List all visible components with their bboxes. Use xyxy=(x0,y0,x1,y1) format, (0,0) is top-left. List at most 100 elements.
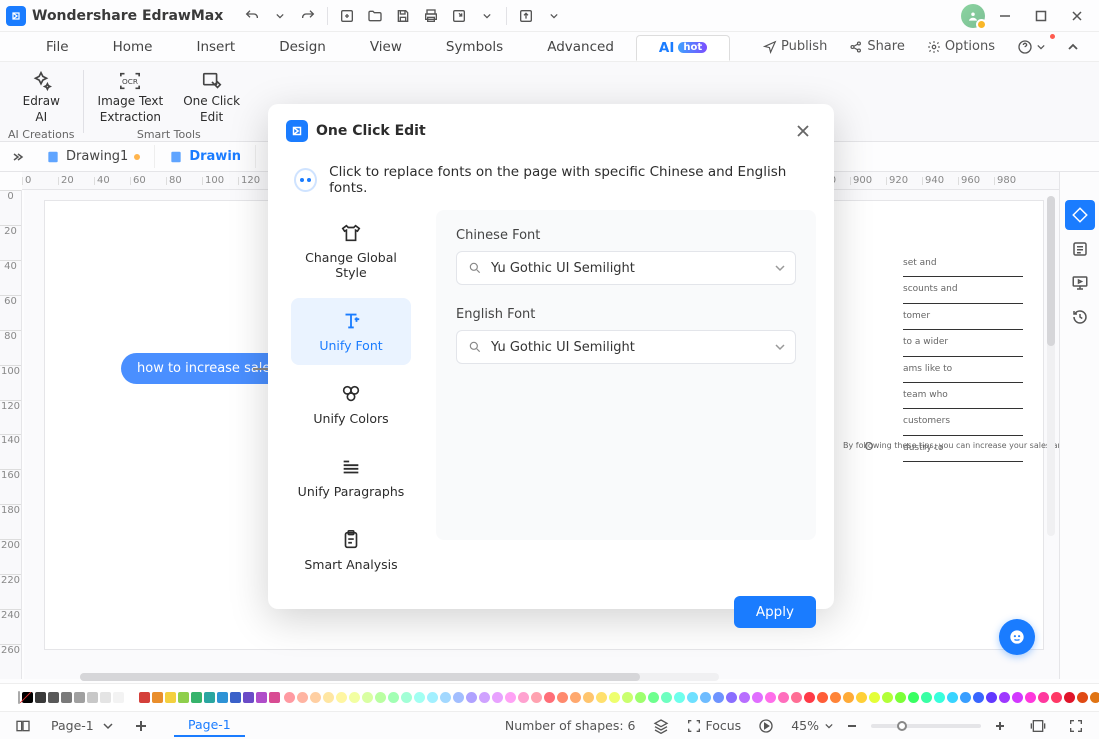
fit-page-button[interactable] xyxy=(1025,713,1051,739)
minimize-button[interactable] xyxy=(989,2,1021,30)
color-swatch[interactable] xyxy=(1077,692,1088,703)
color-swatch[interactable] xyxy=(362,692,373,703)
color-swatch[interactable] xyxy=(492,692,503,703)
rightpanel-properties-button[interactable] xyxy=(1065,234,1095,264)
color-swatch[interactable] xyxy=(765,692,776,703)
color-swatch[interactable] xyxy=(583,692,594,703)
color-swatch[interactable] xyxy=(375,692,386,703)
color-swatch[interactable] xyxy=(1064,692,1075,703)
menu-file[interactable]: File xyxy=(24,35,91,59)
color-swatch[interactable] xyxy=(191,692,202,703)
color-swatch[interactable] xyxy=(505,692,516,703)
zoom-out-button[interactable] xyxy=(839,713,865,739)
color-swatch[interactable] xyxy=(609,692,620,703)
layers-button[interactable] xyxy=(648,713,674,739)
chevron-down-icon[interactable] xyxy=(825,722,833,730)
color-swatch[interactable] xyxy=(687,692,698,703)
color-swatch[interactable] xyxy=(126,692,137,703)
page-selector[interactable]: Page-1 xyxy=(42,715,122,736)
color-swatch[interactable] xyxy=(230,692,241,703)
color-swatch[interactable] xyxy=(256,692,267,703)
color-swatch[interactable] xyxy=(960,692,971,703)
color-swatch[interactable] xyxy=(947,692,958,703)
color-swatch[interactable] xyxy=(817,692,828,703)
menu-insert[interactable]: Insert xyxy=(174,35,257,59)
export-button[interactable] xyxy=(446,3,472,29)
pages-panel-button[interactable] xyxy=(10,713,36,739)
menu-ai[interactable]: AI hot xyxy=(636,35,730,61)
color-swatch[interactable] xyxy=(531,692,542,703)
menu-view[interactable]: View xyxy=(348,35,424,59)
color-swatch[interactable] xyxy=(297,692,308,703)
canvas-scrollbar-vertical[interactable] xyxy=(1047,196,1055,536)
user-avatar[interactable] xyxy=(961,4,985,28)
color-swatch[interactable] xyxy=(674,692,685,703)
color-swatch[interactable] xyxy=(113,692,124,703)
help-button[interactable] xyxy=(1009,36,1053,58)
color-swatch[interactable] xyxy=(139,692,150,703)
color-swatch[interactable] xyxy=(284,692,295,703)
canvas-scrollbar-horizontal[interactable] xyxy=(80,673,719,681)
color-swatch[interactable] xyxy=(739,692,750,703)
zoom-in-button[interactable] xyxy=(987,713,1013,739)
color-swatch[interactable] xyxy=(388,692,399,703)
color-swatch[interactable] xyxy=(622,692,633,703)
open-button[interactable] xyxy=(362,3,388,29)
side-smart-analysis[interactable]: Smart Analysis xyxy=(291,517,411,584)
color-swatch[interactable] xyxy=(518,692,529,703)
modal-close-button[interactable] xyxy=(790,118,816,144)
fullscreen-button[interactable] xyxy=(1063,713,1089,739)
menu-design[interactable]: Design xyxy=(257,35,348,59)
import-dropdown[interactable] xyxy=(541,3,567,29)
color-swatch[interactable] xyxy=(635,692,646,703)
color-swatch[interactable] xyxy=(908,692,919,703)
color-swatch[interactable] xyxy=(323,692,334,703)
collapse-ribbon-button[interactable] xyxy=(1059,38,1087,56)
rightpanel-history-button[interactable] xyxy=(1065,302,1095,332)
side-change-global-style[interactable]: Change Global Style xyxy=(291,210,411,292)
document-tab-2[interactable]: Drawin xyxy=(155,145,256,168)
color-swatch[interactable] xyxy=(973,692,984,703)
color-swatch[interactable] xyxy=(466,692,477,703)
color-swatch[interactable] xyxy=(999,692,1010,703)
color-swatch[interactable] xyxy=(869,692,880,703)
color-swatch[interactable] xyxy=(1038,692,1049,703)
color-swatch[interactable] xyxy=(1025,692,1036,703)
menu-symbols[interactable]: Symbols xyxy=(424,35,525,59)
color-swatch[interactable] xyxy=(479,692,490,703)
save-button[interactable] xyxy=(390,3,416,29)
color-swatch[interactable] xyxy=(752,692,763,703)
menu-advanced[interactable]: Advanced xyxy=(525,35,636,59)
color-swatch[interactable] xyxy=(895,692,906,703)
menu-home[interactable]: Home xyxy=(91,35,175,59)
color-swatch[interactable] xyxy=(243,692,254,703)
new-button[interactable] xyxy=(334,3,360,29)
english-font-select[interactable]: Yu Gothic UI Semilight xyxy=(456,330,796,364)
apply-button[interactable]: Apply xyxy=(734,596,816,628)
options-button[interactable]: Options xyxy=(919,36,1003,57)
add-page-button[interactable] xyxy=(128,713,154,739)
ai-assistant-bubble[interactable] xyxy=(999,619,1035,655)
page-tab-1[interactable]: Page-1 xyxy=(174,714,245,737)
color-swatch[interactable] xyxy=(726,692,737,703)
color-swatch[interactable] xyxy=(74,692,85,703)
color-swatch[interactable] xyxy=(440,692,451,703)
tab-overflow-button[interactable] xyxy=(4,144,32,170)
color-swatch[interactable] xyxy=(778,692,789,703)
color-swatch[interactable] xyxy=(557,692,568,703)
side-unify-font[interactable]: Unify Font xyxy=(291,298,411,365)
color-swatch[interactable] xyxy=(100,692,111,703)
undo-button[interactable] xyxy=(239,3,265,29)
focus-mode-button[interactable]: Focus xyxy=(686,718,742,734)
color-swatch[interactable] xyxy=(700,692,711,703)
color-swatch[interactable] xyxy=(427,692,438,703)
color-swatch[interactable] xyxy=(35,692,46,703)
color-swatch[interactable] xyxy=(204,692,215,703)
color-swatch[interactable] xyxy=(1012,692,1023,703)
close-window-button[interactable] xyxy=(1061,2,1093,30)
color-swatch[interactable] xyxy=(921,692,932,703)
color-swatch[interactable] xyxy=(453,692,464,703)
publish-button[interactable]: Publish xyxy=(755,36,835,57)
print-button[interactable] xyxy=(418,3,444,29)
chinese-font-select[interactable]: Yu Gothic UI Semilight xyxy=(456,251,796,285)
